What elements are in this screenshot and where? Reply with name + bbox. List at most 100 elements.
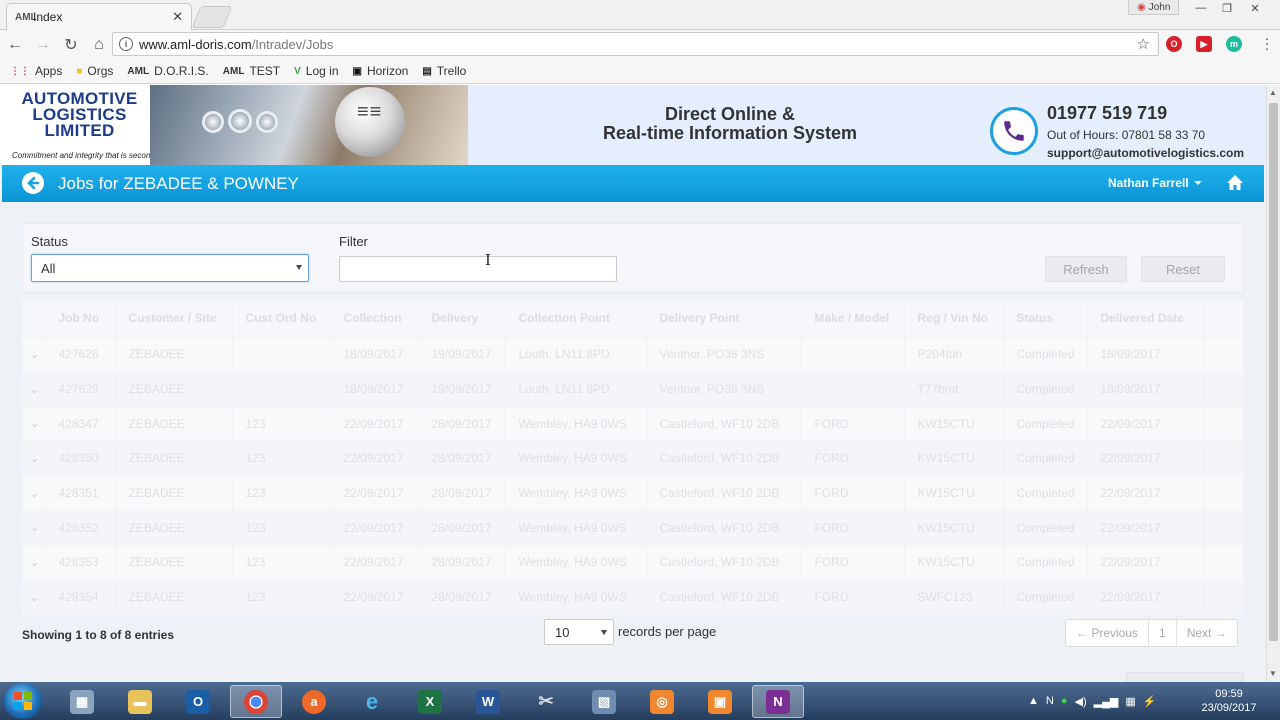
expand-row-chevron-icon[interactable]: ⌄: [22, 405, 46, 442]
start-button[interactable]: [4, 683, 42, 719]
page-scrollbar[interactable]: ▲ ▼: [1266, 85, 1280, 682]
window-close-icon[interactable]: ✕: [1242, 0, 1268, 16]
outlook-taskbar-icon[interactable]: O: [172, 685, 224, 718]
table-row[interactable]: ⌄ 427629 ZEBADEE 18/09/2017 19/09/2017 Louth,…: [22, 371, 1244, 407]
status-dot-icon[interactable]: ●: [1061, 695, 1068, 707]
restore-icon[interactable]: ❐: [1214, 0, 1240, 16]
expand-row-chevron-icon[interactable]: ⌄: [22, 371, 46, 407]
volume-icon[interactable]: ◀): [1075, 695, 1087, 708]
expand-row-chevron-icon[interactable]: ⌄: [22, 544, 46, 580]
column-header[interactable]: Collection: [330, 299, 419, 337]
expand-row-chevron-icon[interactable]: ⌄: [22, 336, 46, 372]
scrollbar-thumb[interactable]: [1269, 103, 1278, 641]
system-clock[interactable]: 09:59 23/09/2017: [1196, 687, 1262, 715]
table-row[interactable]: ⌄ 428352 ZEBADEE 123 22/09/2017 28/09/2017 Wem…: [22, 509, 1244, 546]
m-extension-icon[interactable]: m: [1226, 36, 1242, 52]
profile-button[interactable]: ◉ John: [1128, 0, 1180, 15]
bookmark-doris[interactable]: AML D.O.R.I.S.: [127, 64, 208, 78]
excel-taskbar-icon[interactable]: X: [404, 685, 456, 718]
user-menu[interactable]: Nathan Farrell: [1108, 176, 1202, 190]
scroll-down-icon[interactable]: ▼: [1269, 669, 1277, 678]
chrome-taskbar-icon[interactable]: [230, 685, 282, 718]
expand-row-chevron-icon[interactable]: ⌄: [22, 475, 46, 511]
column-header[interactable]: Delivery Point: [646, 299, 802, 337]
table-cell: Castleford, WF10 2DB: [646, 405, 802, 442]
amazon-taskbar-icon[interactable]: a: [288, 685, 340, 718]
column-header[interactable]: Job No: [45, 299, 116, 337]
back-circle-icon[interactable]: [22, 172, 44, 194]
status-select[interactable]: All: [31, 254, 309, 282]
home-page-icon[interactable]: ⌂: [86, 32, 112, 58]
video-extension-icon[interactable]: ▶: [1196, 36, 1212, 52]
bookmark-login[interactable]: V Log in: [294, 64, 338, 78]
minimize-icon[interactable]: —: [1188, 0, 1214, 16]
scroll-up-icon[interactable]: ▲: [1269, 88, 1277, 97]
refresh-button[interactable]: Refresh: [1045, 256, 1127, 282]
bookmark-trello[interactable]: ▤ Trello: [422, 64, 466, 78]
column-header[interactable]: Make / Model: [801, 299, 905, 337]
page-number-button[interactable]: 1: [1149, 620, 1177, 646]
column-header[interactable]: Delivered Date: [1087, 299, 1204, 337]
expand-row-chevron-icon[interactable]: ⌄: [22, 509, 46, 546]
bookmark-apps[interactable]: ⋮⋮ Apps: [10, 64, 62, 78]
table-cell: ZEBADEE: [115, 336, 233, 372]
language-icon[interactable]: N: [1046, 695, 1054, 707]
internet-explorer-taskbar-icon[interactable]: e: [346, 685, 398, 718]
explorer-taskbar-icon[interactable]: ▬: [114, 685, 166, 718]
table-row[interactable]: ⌄ 428353 ZEBADEE 123 22/09/2017 28/09/2017 Wem…: [22, 544, 1244, 580]
home-icon[interactable]: [1226, 174, 1244, 192]
table-row[interactable]: ⌄ 428350 ZEBADEE 123 22/09/2017 28/09/2017 Wem…: [22, 440, 1244, 476]
calculator-taskbar-icon[interactable]: ▦: [56, 685, 108, 718]
bookmark-test[interactable]: AML TEST: [223, 64, 280, 78]
column-header[interactable]: Reg / Vin No: [904, 299, 1004, 337]
column-header[interactable]: Delivery: [418, 299, 506, 337]
expand-row-chevron-icon[interactable]: ⌄: [22, 440, 46, 476]
expand-row-chevron-icon[interactable]: ⌄: [22, 579, 46, 615]
user-name: Nathan Farrell: [1108, 176, 1189, 190]
url-host: www.aml-doris.com: [139, 36, 252, 52]
browser-tab[interactable]: AML Index ✕: [6, 3, 192, 30]
partially-visible-button[interactable]: [1126, 672, 1244, 682]
table-row[interactable]: ⌄ 428351 ZEBADEE 123 22/09/2017 28/09/2017 Wem…: [22, 475, 1244, 511]
filter-input[interactable]: [339, 256, 617, 282]
new-tab-button[interactable]: [191, 6, 233, 28]
next-page-button[interactable]: Next →: [1177, 620, 1237, 646]
network-icon[interactable]: ▂▄▆: [1094, 695, 1119, 708]
column-header[interactable]: Cust Ord No: [232, 299, 331, 337]
column-header[interactable]: Status: [1003, 299, 1088, 337]
column-header[interactable]: Customer / Site: [115, 299, 233, 337]
camera-taskbar-icon[interactable]: ▣: [694, 685, 746, 718]
table-cell: Wembley, HA9 0WS: [505, 440, 647, 476]
bookmark-orgs[interactable]: ■ Orgs: [76, 64, 113, 78]
column-header[interactable]: Collection Point: [505, 299, 647, 337]
table-row[interactable]: ⌄ 428354 ZEBADEE 123 22/09/2017 28/09/2017 Wem…: [22, 579, 1244, 615]
address-bar[interactable]: i www.aml-doris.com/Intradev/Jobs ☆: [112, 32, 1159, 56]
site-info-icon[interactable]: i: [119, 37, 133, 51]
onenote-taskbar-icon[interactable]: N: [752, 685, 804, 718]
reload-icon[interactable]: ↻: [58, 32, 84, 58]
tray-app-icon[interactable]: ▦: [1125, 695, 1135, 708]
table-row[interactable]: ⌄ 427626 ZEBADEE 18/09/2017 19/09/2017 Louth,…: [22, 336, 1244, 372]
chrome-menu-icon[interactable]: · · ·: [1262, 31, 1272, 56]
windows-taskbar: ▦ ▬ O a e X W ✂ ▧ ◎ ▣ N ▲ N ● ◀) ▂▄▆ ▦ ⚡…: [0, 682, 1280, 720]
screen-capture-taskbar-icon[interactable]: ◎: [636, 685, 688, 718]
bookmark-star-icon[interactable]: ☆: [1137, 35, 1150, 53]
back-arrow-icon[interactable]: ←: [2, 32, 28, 58]
table-cell: FORD: [801, 475, 905, 511]
reset-button[interactable]: Reset: [1141, 256, 1225, 282]
tray-expand-icon[interactable]: ▲: [1028, 695, 1039, 707]
table-row[interactable]: ⌄ 428347 ZEBADEE 123 22/09/2017 28/09/2017 Wem…: [22, 405, 1244, 442]
map-taskbar-icon[interactable]: ▧: [578, 685, 630, 718]
word-taskbar-icon[interactable]: W: [462, 685, 514, 718]
support-email[interactable]: support@automotivelogistics.com: [1047, 146, 1244, 160]
forward-arrow-icon[interactable]: →: [30, 32, 56, 58]
power-icon[interactable]: ⚡: [1143, 695, 1157, 708]
previous-page-button[interactable]: ← Previous: [1066, 620, 1150, 646]
opera-extension-icon[interactable]: O: [1166, 36, 1182, 52]
table-cell: KW15CTU: [904, 544, 1004, 580]
snipping-tool-taskbar-icon[interactable]: ✂: [520, 685, 572, 718]
table-cell: 123: [232, 579, 331, 615]
bookmark-horizon[interactable]: ▣ Horizon: [353, 64, 409, 78]
tab-close-icon[interactable]: ✕: [172, 9, 183, 25]
page-size-select[interactable]: 10: [544, 619, 614, 645]
